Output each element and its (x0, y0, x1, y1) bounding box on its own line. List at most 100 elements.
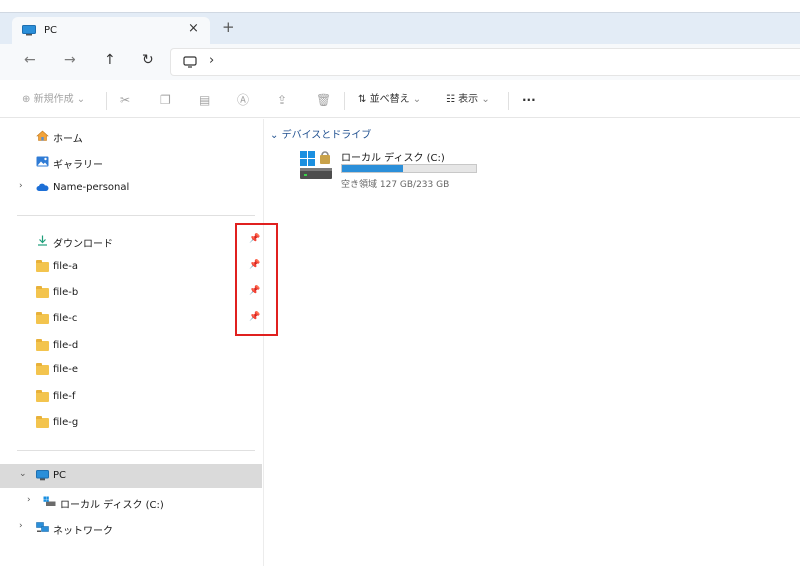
toolbar-divider (344, 92, 345, 110)
sidebar-item-file-c[interactable]: file-c 📌 (0, 308, 262, 330)
delete-button[interactable]: 🗑 (316, 93, 331, 107)
folder-icon (36, 286, 49, 298)
refresh-button[interactable]: ↻ (142, 52, 154, 68)
scissors-icon: ✂ (120, 93, 131, 107)
address-bar[interactable]: › (170, 48, 800, 76)
copy-icon: ❐ (160, 93, 171, 107)
toolbar-divider (106, 92, 107, 110)
sidebar-item-label: ダウンロード (53, 239, 113, 250)
view-button-label: 表示 (458, 94, 479, 105)
share-icon: ⇪ (277, 93, 288, 107)
sidebar-item-downloads[interactable]: ダウンロード 📌 (0, 230, 262, 252)
chevron-down-icon: ⌄ (270, 130, 279, 141)
more-options-button[interactable]: ··· (522, 93, 536, 107)
sidebar-item-file-g[interactable]: file-g (0, 412, 262, 434)
download-icon (38, 235, 47, 246)
cut-button[interactable]: ✂ (120, 93, 130, 107)
cloud-icon (36, 183, 49, 191)
chevron-down-icon: ⌄ (412, 94, 422, 105)
navigation-pane: ホーム ギャラリー › Name-personal ダウンロード 📌 file-… (0, 119, 264, 566)
sidebar-item-label: file-d (53, 340, 79, 351)
sidebar-item-label: file-f (53, 391, 76, 402)
pin-highlight-box (235, 223, 278, 336)
drive-free-space: 空き領域 127 GB/233 GB (341, 180, 450, 190)
sidebar-item-local-disk[interactable]: › ローカル ディスク (C:) (0, 491, 262, 513)
chevron-right-icon[interactable]: › (19, 521, 23, 531)
monitor-icon (183, 56, 197, 68)
folder-icon (36, 312, 49, 324)
sidebar-item-network[interactable]: › ネットワーク (0, 517, 262, 539)
new-tab-button[interactable]: + (222, 20, 235, 35)
copy-button[interactable]: ❐ (160, 93, 171, 107)
plus-circle-icon: ⊕ (22, 94, 31, 105)
sidebar-item-label: Name-personal (53, 182, 130, 193)
sidebar-item-gallery[interactable]: ギャラリー (0, 151, 262, 173)
share-button[interactable]: ⇪ (277, 93, 287, 107)
up-button[interactable]: ↑ (104, 52, 116, 68)
rename-icon: Ⓐ (237, 93, 250, 107)
trash-icon: 🗑 (316, 93, 332, 107)
sort-button-label: 並べ替え (369, 94, 410, 105)
folder-icon (36, 390, 49, 402)
sidebar-item-home[interactable]: ホーム (0, 125, 262, 147)
chevron-right-icon[interactable]: › (27, 495, 31, 505)
command-bar: ⊕ 新規作成 ⌄ ✂ ❐ ▤ Ⓐ ⇪ 🗑 ⇅ 並べ替え ⌄ ☷ 表示 ⌄ ··· (0, 84, 800, 118)
network-icon (36, 522, 49, 532)
sidebar-item-file-a[interactable]: file-a 📌 (0, 256, 262, 278)
forward-button[interactable]: → (64, 52, 76, 68)
clipboard-icon: ▤ (199, 93, 211, 107)
monitor-icon (22, 25, 36, 36)
chevron-down-icon: ⌄ (76, 94, 86, 105)
group-header-label: デバイスとドライブ (281, 130, 372, 141)
sidebar-item-file-b[interactable]: file-b 📌 (0, 282, 262, 304)
drive-usage-fill (342, 165, 403, 172)
chevron-down-icon[interactable]: ⌄ (19, 469, 27, 479)
back-button[interactable]: ← (24, 52, 36, 68)
sidebar-item-file-d[interactable]: file-d (0, 335, 262, 357)
toolbar-divider (508, 92, 509, 110)
sidebar-item-pc[interactable]: ⌄ PC (0, 464, 262, 488)
folder-icon (36, 339, 49, 351)
sort-button[interactable]: ⇅ 並べ替え ⌄ (358, 93, 421, 107)
navigation-bar: ← → ↑ ↻ › (0, 44, 800, 80)
sort-arrows-icon: ⇅ (358, 94, 367, 105)
sidebar-item-file-e[interactable]: file-e (0, 359, 262, 381)
drive-c-tile[interactable]: ローカル ディスク (C:) 空き領域 127 GB/233 GB (298, 147, 488, 190)
sidebar-item-label: file-b (53, 287, 79, 298)
sidebar-divider (17, 215, 255, 216)
folder-icon (36, 416, 49, 428)
folder-icon (36, 363, 49, 375)
drive-usage-bar (341, 164, 477, 173)
sidebar-item-label: ホーム (53, 134, 83, 145)
tab-title: PC (44, 25, 58, 36)
new-button-label: 新規作成 (33, 94, 74, 105)
sidebar-item-file-f[interactable]: file-f (0, 386, 262, 408)
chevron-right-icon[interactable]: › (19, 181, 23, 191)
rename-button[interactable]: Ⓐ (237, 93, 249, 107)
local-disk-icon (300, 151, 332, 179)
tab-bar: PC × + (0, 12, 800, 45)
group-header-devices[interactable]: ⌄ デバイスとドライブ (270, 126, 371, 141)
sidebar-item-label: file-c (53, 313, 78, 324)
sidebar-item-label: file-e (53, 364, 78, 375)
close-tab-button[interactable]: × (188, 22, 199, 36)
breadcrumb-chevron-icon[interactable]: › (209, 54, 214, 68)
sidebar-item-label: ネットワーク (53, 526, 113, 537)
sidebar-divider (17, 450, 255, 451)
home-icon (36, 130, 49, 141)
sidebar-item-label: file-a (53, 261, 78, 272)
sidebar-item-label: ギャラリー (53, 160, 103, 171)
drive-name: ローカル ディスク (C:) (341, 153, 445, 164)
sidebar-item-label: ローカル ディスク (C:) (60, 500, 164, 511)
sidebar-item-label: file-g (53, 417, 79, 428)
chevron-down-icon: ⌄ (481, 94, 490, 105)
tab-pc[interactable]: PC × (12, 17, 210, 45)
new-button[interactable]: ⊕ 新規作成 ⌄ (22, 93, 85, 107)
view-button[interactable]: ☷ 表示 ⌄ (446, 93, 490, 107)
view-list-icon: ☷ (446, 94, 455, 105)
sidebar-item-onedrive[interactable]: › Name-personal (0, 177, 262, 199)
paste-button[interactable]: ▤ (199, 93, 210, 107)
monitor-icon (36, 470, 49, 481)
drive-icon (43, 496, 56, 506)
gallery-icon (36, 156, 49, 167)
